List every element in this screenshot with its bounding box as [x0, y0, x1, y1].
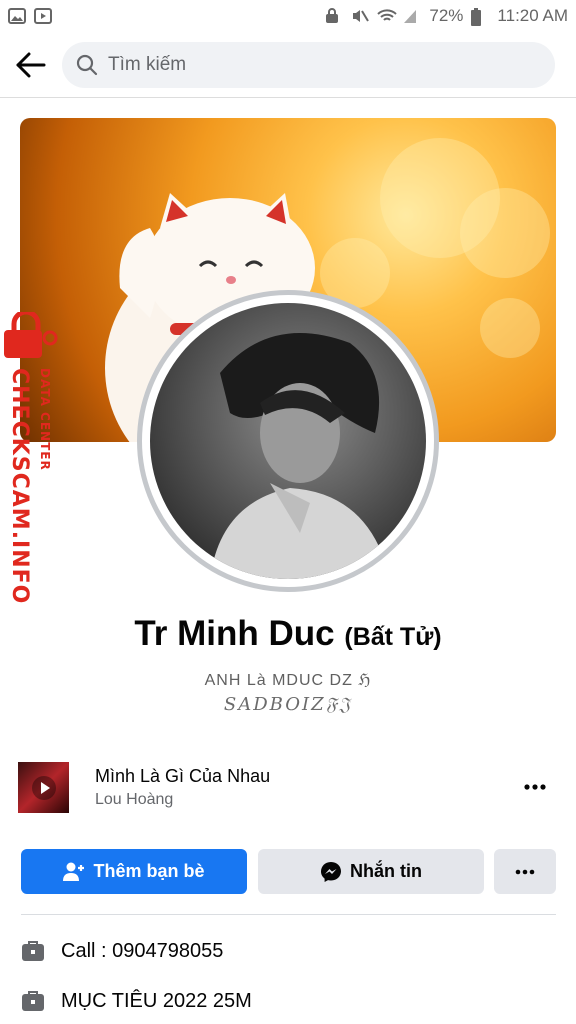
info-text: Call : 0904798055: [61, 939, 224, 962]
messenger-icon: [321, 861, 341, 882]
more-dots-icon: [515, 869, 535, 874]
battery-percent: 72%: [429, 6, 464, 25]
bio-line-1: ANH Là MDUC DZ ℌ: [204, 672, 372, 689]
profile-avatar[interactable]: [137, 290, 439, 592]
profile-music[interactable]: Mình Là Gì Của Nhau Lou Hoàng: [18, 760, 558, 814]
profile-name-text: Tr Minh Duc: [134, 614, 335, 653]
briefcase-icon: [22, 941, 44, 961]
info-row-goal: MỤC TIÊU 2022 25M: [21, 984, 556, 1018]
search-placeholder: Tìm kiếm: [108, 54, 187, 75]
mute-icon: [351, 8, 370, 24]
search-header: Tìm kiếm: [0, 32, 576, 98]
battery-icon: [471, 8, 489, 26]
song-artist: Lou Hoàng: [95, 791, 174, 808]
profile-name: Tr Minh Duc (Bất Tử): [0, 614, 576, 654]
play-icon: [31, 775, 56, 800]
watermark-brand: CHECKSCAM.INFO: [7, 368, 32, 605]
search-input[interactable]: Tìm kiếm: [62, 42, 555, 88]
song-title: Mình Là Gì Của Nhau: [95, 766, 271, 786]
back-button[interactable]: [2, 36, 60, 94]
lock-status-icon: [325, 8, 343, 24]
divider: [21, 914, 556, 915]
add-friend-label: Thêm bạn bè: [93, 861, 205, 881]
lock-icon: [4, 312, 58, 358]
wifi-icon: [377, 8, 398, 24]
info-text: MỤC TIÊU 2022 25M: [61, 989, 252, 1012]
info-row-phone: Call : 0904798055: [21, 934, 556, 968]
avatar-image: [150, 303, 426, 579]
add-friend-button[interactable]: Thêm bạn bè: [21, 849, 247, 894]
briefcase-icon: [22, 991, 44, 1011]
more-options-button[interactable]: [494, 849, 556, 894]
profile-nickname: (Bất Tử): [344, 623, 442, 651]
status-left: [8, 8, 52, 24]
clock: 11:20 AM: [497, 6, 568, 25]
music-more-button[interactable]: [518, 770, 552, 804]
status-bar: 72% 11:20 AM: [0, 0, 576, 32]
album-art[interactable]: [18, 762, 69, 813]
more-dots-icon: [524, 784, 546, 790]
watermark-subtitle: DATA CENTER: [38, 368, 52, 471]
youtube-icon: [34, 8, 52, 24]
bio-line-2: SADBOIZ𝔉𝔍: [223, 694, 353, 715]
back-arrow-icon: [16, 52, 46, 77]
signal-icon: [403, 8, 421, 24]
search-icon: [76, 54, 98, 76]
add-friend-icon: [63, 862, 85, 881]
checkscam-watermark: CHECKSCAM.INFO DATA CENTER: [0, 308, 64, 605]
message-label: Nhắn tin: [350, 861, 422, 881]
gallery-icon: [8, 8, 26, 24]
status-right: 72% 11:20 AM: [325, 6, 568, 26]
message-button[interactable]: Nhắn tin: [258, 849, 484, 894]
